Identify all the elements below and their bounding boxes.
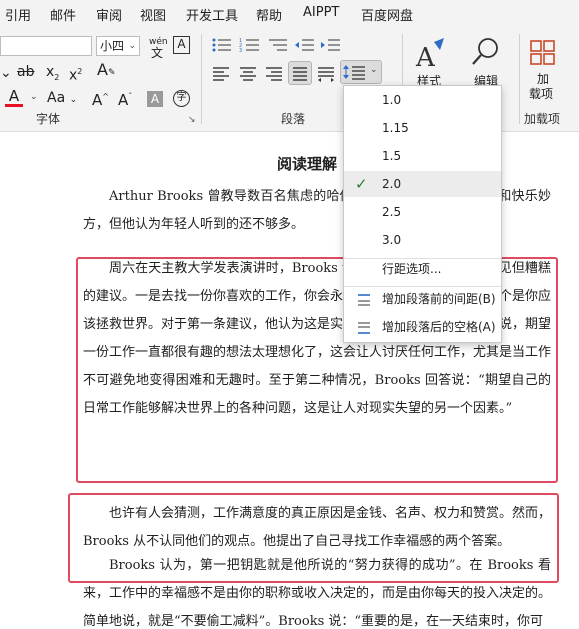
- align-right-icon[interactable]: [264, 64, 284, 82]
- line-spacing-option[interactable]: 2.5: [344, 199, 501, 225]
- line-spacing-icon: [343, 65, 365, 80]
- paragraph-group-label: 段落: [281, 112, 306, 126]
- group-separator: [201, 34, 202, 124]
- character-shading-icon[interactable]: A: [147, 91, 163, 107]
- superscript-icon[interactable]: x2: [69, 63, 82, 85]
- search-icon[interactable]: [470, 36, 502, 68]
- add-space-before-item[interactable]: 增加段落前的间距(B): [344, 286, 501, 312]
- tab-view[interactable]: 视图: [140, 5, 166, 24]
- document-title: 阅读理解: [277, 155, 338, 173]
- highlight-box-2: [68, 493, 559, 583]
- add-space-after-icon: [356, 319, 372, 345]
- tab-baidu-netdisk[interactable]: 百度网盘: [361, 5, 413, 24]
- addins-label-line1: 加: [536, 72, 549, 86]
- text-effects-icon[interactable]: A✎: [97, 61, 116, 82]
- option-label: 3.0: [382, 233, 402, 247]
- option-label: 增加段落前的间距(B): [382, 292, 496, 306]
- align-left-icon[interactable]: [211, 64, 231, 82]
- option-label: 2.5: [382, 205, 402, 219]
- addins-label-line2: 载项: [529, 87, 554, 101]
- enclose-characters-icon[interactable]: 字: [173, 90, 190, 107]
- line-spacing-menu: 1.0 1.15 1.5 ✓ 2.0 2.5 3.0 行距选项... 增加段落前…: [343, 85, 502, 343]
- change-case-icon[interactable]: Aa ⌄: [47, 89, 77, 109]
- justify-icon[interactable]: [288, 61, 312, 85]
- ribbon-tabs: 引用 邮件 审阅 视图 开发工具 帮助 AIPPT 百度网盘: [0, 0, 579, 28]
- chevron-down-icon: ⌄: [370, 65, 378, 75]
- font-name-combo[interactable]: [0, 36, 92, 56]
- group-separator: [519, 34, 520, 124]
- checkmark-icon: ✓: [355, 175, 368, 193]
- option-label: 1.15: [382, 121, 409, 135]
- add-space-after-item[interactable]: 增加段落后的空格(A): [344, 314, 501, 340]
- option-label: 1.5: [382, 149, 402, 163]
- font-color-dropdown-icon[interactable]: ⌄: [30, 92, 38, 102]
- font-size-value: 小四: [100, 39, 125, 53]
- character-border-icon[interactable]: A: [173, 36, 190, 54]
- tab-aippt[interactable]: AIPPT: [303, 5, 339, 20]
- styles-icon[interactable]: A: [414, 38, 446, 73]
- addins-group-label: 加载项: [524, 112, 561, 126]
- line-spacing-option[interactable]: 1.0: [344, 87, 501, 113]
- line-spacing-option[interactable]: 3.0: [344, 227, 501, 253]
- font-group-label: 字体: [36, 112, 61, 126]
- addins-icon[interactable]: [530, 40, 556, 66]
- line-spacing-button[interactable]: ⌄: [340, 60, 382, 84]
- grow-font-icon[interactable]: A^: [92, 88, 109, 109]
- addins-button-label[interactable]: 加: [530, 72, 556, 87]
- numbering-icon[interactable]: 123: [239, 36, 261, 54]
- distributed-icon[interactable]: [316, 64, 336, 82]
- strikethrough-icon[interactable]: ab: [17, 63, 34, 81]
- svg-text:A: A: [415, 43, 436, 70]
- tab-mailings[interactable]: 邮件: [50, 5, 76, 24]
- line-spacing-option[interactable]: 1.15: [344, 115, 501, 141]
- decrease-indent-icon[interactable]: [294, 36, 316, 54]
- tab-developer[interactable]: 开发工具: [186, 5, 238, 24]
- tab-help[interactable]: 帮助: [256, 5, 282, 24]
- font-color-icon[interactable]: A: [5, 88, 23, 108]
- font-size-combo[interactable]: 小四 ⌄: [96, 36, 140, 56]
- shrink-font-icon[interactable]: Aˇ: [118, 88, 132, 109]
- option-label: 行距选项...: [382, 262, 442, 276]
- option-label: 1.0: [382, 93, 402, 107]
- dropdown-arrow-icon[interactable]: ⌄: [0, 64, 12, 82]
- svg-text:3: 3: [239, 48, 242, 54]
- line-spacing-option[interactable]: 1.5: [344, 143, 501, 169]
- line-spacing-options-item[interactable]: 行距选项...: [344, 256, 501, 282]
- tab-review[interactable]: 审阅: [96, 5, 122, 24]
- subscript-icon[interactable]: x2: [46, 63, 59, 87]
- tab-references[interactable]: 引用: [5, 5, 31, 24]
- phonetic-guide-icon[interactable]: wén 文: [149, 34, 168, 59]
- bullets-icon[interactable]: [211, 36, 233, 54]
- chevron-down-icon: ⌄: [128, 41, 136, 51]
- align-center-icon[interactable]: [238, 64, 258, 82]
- increase-indent-icon[interactable]: [320, 36, 342, 54]
- line-spacing-option-selected[interactable]: ✓ 2.0: [344, 171, 501, 197]
- multilevel-list-icon[interactable]: [267, 36, 289, 54]
- option-label: 增加段落后的空格(A): [382, 320, 496, 334]
- font-dialog-launcher-icon[interactable]: ↘: [188, 115, 196, 125]
- option-label: 2.0: [382, 177, 402, 191]
